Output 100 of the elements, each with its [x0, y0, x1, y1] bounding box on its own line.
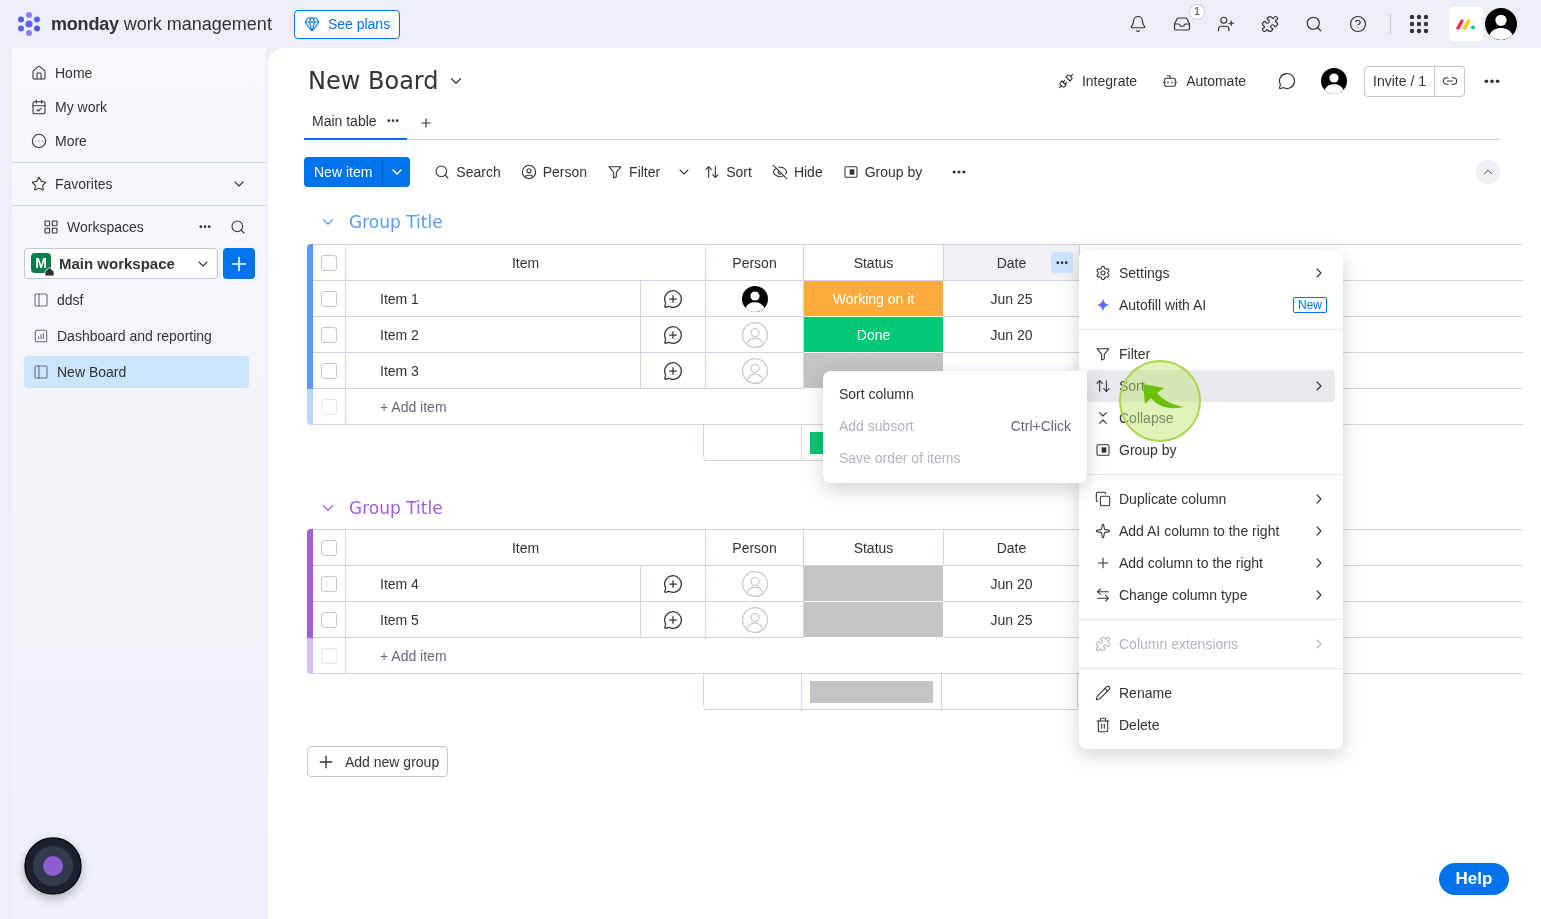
settings-icon [1095, 265, 1111, 281]
menu-item[interactable]: Sort column [823, 378, 1087, 410]
add-update-icon[interactable] [663, 609, 683, 630]
notification-badge: 1 [1190, 5, 1204, 19]
column-header: Person [732, 254, 777, 271]
menu-item[interactable]: Filter [1087, 338, 1335, 370]
sort-icon [704, 164, 721, 180]
toolbar-button[interactable]: Group by [834, 157, 931, 187]
board-action-button[interactable]: Automate [1154, 65, 1255, 97]
checkbox[interactable] [321, 290, 337, 307]
record-button-icon[interactable] [24, 837, 82, 895]
menu-item[interactable]: Change column type [1087, 579, 1335, 611]
column-header: Status [853, 539, 894, 556]
menu-item[interactable]: Add AI column to the right [1087, 515, 1335, 547]
checkbox[interactable] [321, 362, 337, 379]
search-icon[interactable] [230, 219, 246, 235]
table-cell: Item 1 [346, 281, 641, 317]
help-icon[interactable] [1349, 15, 1367, 33]
inbox-icon[interactable] [1173, 15, 1191, 33]
checkbox[interactable] [321, 326, 337, 343]
status-cell[interactable] [804, 566, 944, 602]
unplug-icon [1057, 73, 1074, 89]
view-tab[interactable]: Main table [304, 104, 407, 140]
diamond-icon [303, 16, 320, 32]
checkbox[interactable] [321, 611, 337, 628]
column-menu-button[interactable] [1051, 252, 1073, 273]
new-item-dropdown-button[interactable] [382, 157, 411, 187]
more-icon [386, 119, 399, 123]
toolbar-button[interactable]: Filter [599, 157, 669, 187]
checkbox[interactable] [321, 575, 337, 592]
person-icon [520, 164, 537, 180]
add-update-icon[interactable] [663, 288, 683, 309]
home-badge-icon [44, 266, 55, 277]
sidebar-nav-item[interactable]: More [12, 124, 266, 158]
more-icon [1056, 260, 1068, 265]
plus-icon [1095, 555, 1111, 571]
more-icon[interactable] [952, 170, 967, 174]
brand-name: monday [51, 13, 119, 35]
search-icon[interactable] [1305, 15, 1323, 33]
checkbox[interactable] [321, 398, 337, 415]
menu-item[interactable]: Duplicate column [1087, 483, 1335, 515]
menu-item[interactable]: Add column to the right [1087, 547, 1335, 579]
plus-icon[interactable] [418, 116, 433, 130]
invite-user-icon[interactable] [1217, 15, 1235, 33]
pencil-icon [1095, 685, 1111, 701]
sidebar-board-item[interactable]: Dashboard and reporting [24, 320, 249, 352]
status-cell[interactable] [804, 602, 944, 638]
sidebar-board-item[interactable]: ddsf [24, 284, 249, 316]
workspaces-icon [43, 219, 59, 235]
swap-arrows-icon [1095, 587, 1111, 603]
add-group-button[interactable]: Add new group [307, 746, 449, 777]
menu-item[interactable]: Autofill with AI New [1087, 289, 1335, 321]
eye-off-icon [771, 164, 788, 180]
menu-item[interactable]: Delete [1087, 709, 1335, 741]
filter-icon [607, 164, 624, 180]
chat-bubble-icon[interactable] [1278, 72, 1297, 90]
puzzle-icon[interactable] [1261, 15, 1279, 33]
sidebar-nav-item[interactable]: Home [12, 56, 266, 90]
copy-icon [1095, 491, 1111, 507]
menu-item[interactable]: Rename [1087, 677, 1335, 709]
add-update-icon[interactable] [663, 360, 683, 381]
filter-icon [1095, 346, 1111, 362]
group-by-icon [842, 164, 859, 180]
column-header: Item [511, 539, 540, 556]
workspace-dropdown[interactable]: M Main workspace [24, 248, 218, 279]
column-header: Date [996, 539, 1027, 556]
checkbox[interactable] [321, 254, 337, 271]
checkbox[interactable] [321, 647, 337, 664]
sidebar-board-item[interactable]: New Board [24, 356, 249, 388]
notifications-icon[interactable] [1129, 15, 1147, 33]
product-name: work management [123, 13, 272, 35]
dashboard-icon [33, 328, 49, 344]
checkbox[interactable] [321, 539, 337, 556]
trash-icon [1095, 717, 1111, 733]
menu-item[interactable]: Settings [1087, 257, 1335, 289]
favorites-item[interactable]: Favorites [12, 167, 266, 201]
board-action-button[interactable]: Integrate [1049, 65, 1146, 97]
column-header: Date [996, 254, 1027, 271]
user-avatar-icon[interactable] [1321, 68, 1348, 94]
toolbar-button[interactable]: Search [426, 157, 509, 187]
add-button[interactable] [223, 248, 255, 279]
help-button[interactable]: Help [1439, 863, 1509, 895]
toolbar-button[interactable]: Person [512, 157, 596, 187]
toolbar-button[interactable]: Hide [763, 157, 831, 187]
toolbar-button[interactable]: Sort [696, 157, 760, 187]
more-icon[interactable] [199, 225, 211, 229]
menu-item[interactable]: Group by [1087, 434, 1335, 466]
column-header: Person [732, 539, 777, 556]
group-by-icon [1095, 442, 1111, 458]
star-icon [31, 176, 47, 192]
apps-grid-icon[interactable] [1407, 12, 1431, 36]
more-icon[interactable] [1484, 78, 1500, 84]
user-avatar-icon[interactable] [1485, 8, 1517, 40]
new-item-button[interactable]: New item [304, 157, 383, 187]
logo-tile-icon[interactable] [1449, 7, 1483, 41]
add-update-icon[interactable] [663, 573, 683, 594]
add-update-icon[interactable] [663, 324, 683, 345]
see-plans-button[interactable]: See plans [293, 9, 401, 39]
sidebar-nav-item[interactable]: My work [12, 90, 266, 124]
table-cell: Item 4 [346, 566, 641, 602]
